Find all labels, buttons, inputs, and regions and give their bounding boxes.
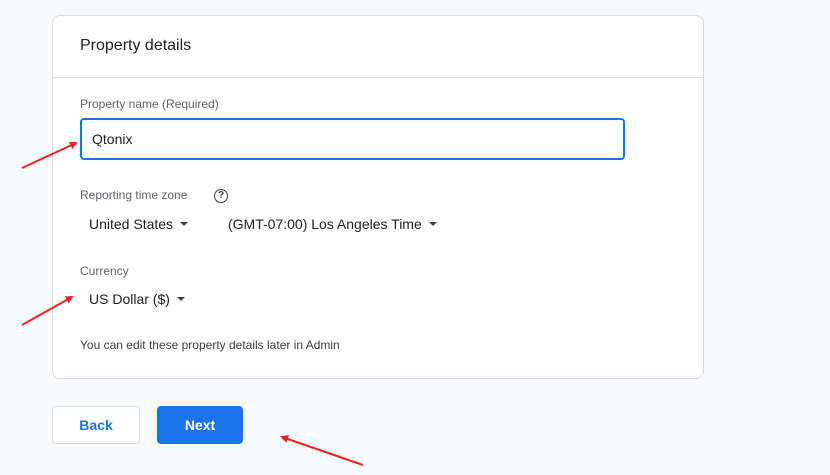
help-icon[interactable]: ?	[214, 189, 228, 203]
edit-later-hint: You can edit these property details late…	[80, 338, 340, 352]
country-dropdown[interactable]: United States	[89, 216, 189, 232]
country-value: United States	[89, 216, 174, 232]
chevron-down-icon	[180, 222, 189, 226]
arrow-to-next-button	[280, 435, 364, 466]
currency-label: Currency	[80, 264, 129, 278]
chevron-down-icon	[176, 297, 185, 301]
property-name-label: Property name (Required)	[80, 97, 219, 111]
back-button[interactable]: Back	[52, 406, 140, 444]
time-zone-dropdown[interactable]: (GMT-07:00) Los Angeles Time	[228, 216, 437, 232]
card-title: Property details	[53, 16, 703, 78]
chevron-down-icon	[428, 222, 437, 226]
currency-dropdown[interactable]: US Dollar ($)	[89, 291, 185, 307]
time-zone-value: (GMT-07:00) Los Angeles Time	[228, 216, 422, 232]
property-name-input[interactable]	[80, 118, 625, 160]
next-button[interactable]: Next	[157, 406, 243, 444]
time-zone-label: Reporting time zone	[80, 188, 188, 202]
currency-value: US Dollar ($)	[89, 291, 170, 307]
property-details-card: Property details Property name (Required…	[52, 15, 704, 379]
